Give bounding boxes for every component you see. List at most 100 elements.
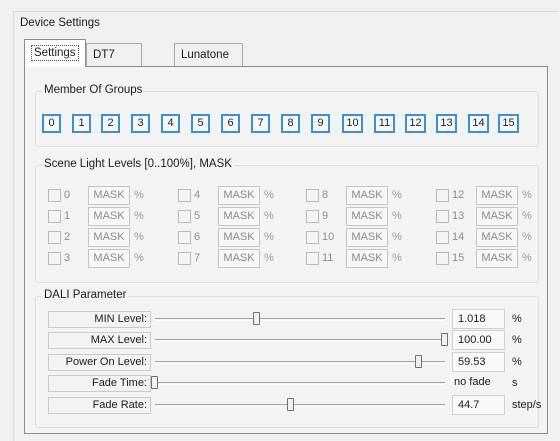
fade-time-slider[interactable]	[151, 376, 445, 389]
fade-rate-slider[interactable]	[155, 398, 445, 411]
fade-rate-label: Fade Rate:	[48, 397, 151, 414]
scene-0-level-input[interactable]: MASK	[88, 185, 130, 205]
scene-10-percent-unit: %	[392, 231, 402, 243]
scene-14-checkbox[interactable]	[436, 230, 449, 244]
scene-13-level-input[interactable]: MASK	[476, 206, 518, 226]
scene-8-label: 8	[322, 189, 329, 201]
power-on-level-value[interactable]: 59.53	[452, 352, 505, 372]
scene-0-label: 0	[64, 189, 71, 201]
max-level-slider[interactable]	[155, 333, 448, 346]
scene-6-checkbox[interactable]	[178, 230, 191, 244]
dali-row-fade-time: Fade Time: no fade s	[48, 375, 538, 393]
tab-settings-label: Settings	[31, 45, 79, 61]
scene-12-percent-unit: %	[522, 189, 532, 201]
min-level-label: MIN Level:	[48, 311, 151, 328]
scene-9-checkbox[interactable]	[306, 209, 319, 223]
scene-4-level-input[interactable]: MASK	[218, 185, 260, 205]
scene-5-percent-unit: %	[264, 210, 274, 222]
scene-15-label: 15	[452, 252, 465, 264]
scene-2-level-input[interactable]: MASK	[88, 227, 130, 247]
min-level-unit: %	[512, 313, 522, 325]
group-button-11[interactable]: 11	[374, 114, 395, 133]
scene-6-label: 6	[194, 231, 201, 243]
min-level-slider-thumb[interactable]	[252, 312, 260, 325]
scene-8-checkbox[interactable]	[306, 188, 319, 202]
group-button-14[interactable]: 14	[468, 114, 489, 133]
scene-11-level-input[interactable]: MASK	[346, 248, 388, 268]
fade-rate-value[interactable]: 44.7	[452, 395, 505, 415]
settings-panel: Member Of Groups 0 1 2 3 4 5 6 7 8 9 10 11 12 13 14 15 …	[24, 66, 548, 434]
group-button-7[interactable]: 7	[251, 114, 270, 133]
scene-10-checkbox[interactable]	[306, 230, 319, 244]
scene-0: 0 MASK%	[48, 185, 144, 205]
max-level-unit: %	[512, 334, 522, 346]
scene-10-level-input[interactable]: MASK	[346, 227, 388, 247]
tab-dt7-settings[interactable]: DT7 Settings	[86, 43, 142, 83]
scene-1-level-input[interactable]: MASK	[88, 206, 130, 226]
group-button-10[interactable]: 10	[342, 114, 363, 133]
scene-7-label: 7	[194, 252, 201, 264]
scene-8: 8 MASK%	[306, 185, 402, 205]
scene-5-checkbox[interactable]	[178, 209, 191, 223]
scene-9-level-input[interactable]: MASK	[346, 206, 388, 226]
scene-3-level-input[interactable]: MASK	[88, 248, 130, 268]
scene-6-percent-unit: %	[264, 231, 274, 243]
scene-2-percent-unit: %	[134, 231, 144, 243]
scene-7: 7 MASK%	[178, 248, 274, 268]
scene-13-checkbox[interactable]	[436, 209, 449, 223]
tab-lunatone-extensions[interactable]: Lunatone extensions	[174, 43, 243, 83]
scene-3-checkbox[interactable]	[48, 251, 61, 265]
scene-12-level-input[interactable]: MASK	[476, 185, 518, 205]
group-button-9[interactable]: 9	[311, 114, 330, 133]
scene-10-label: 10	[322, 231, 335, 243]
scene-15-checkbox[interactable]	[436, 251, 449, 265]
group-button-5[interactable]: 5	[191, 114, 210, 133]
scene-12-checkbox[interactable]	[436, 188, 449, 202]
scene-13-percent-unit: %	[522, 210, 532, 222]
scene-4: 4 MASK%	[178, 185, 274, 205]
group-button-6[interactable]: 6	[221, 114, 240, 133]
scene-15-level-input[interactable]: MASK	[476, 248, 518, 268]
group-button-8[interactable]: 8	[281, 114, 300, 133]
scene-1-checkbox[interactable]	[48, 209, 61, 223]
scene-12: 12 MASK%	[436, 185, 532, 205]
scene-14-percent-unit: %	[522, 231, 532, 243]
scene-light-levels-box: Scene Light Levels [0..100%], MASK 0 MASK…	[35, 158, 539, 283]
scene-3-label: 3	[64, 252, 71, 264]
scene-12-label: 12	[452, 189, 465, 201]
scene-11-label: 11	[322, 252, 334, 264]
fade-rate-slider-thumb[interactable]	[287, 398, 295, 411]
group-button-3[interactable]: 3	[131, 114, 150, 133]
scene-1: 1 MASK%	[48, 206, 144, 226]
scene-11-percent-unit: %	[392, 252, 402, 264]
group-button-15[interactable]: 15	[498, 114, 519, 133]
scene-0-checkbox[interactable]	[48, 188, 61, 202]
scene-7-level-input[interactable]: MASK	[218, 248, 260, 268]
power-on-level-slider[interactable]	[155, 355, 445, 368]
group-button-0[interactable]: 0	[42, 114, 61, 133]
group-button-1[interactable]: 1	[72, 114, 91, 133]
scene-11-checkbox[interactable]	[306, 251, 319, 265]
max-level-value[interactable]: 100.00	[452, 330, 505, 350]
scene-2-checkbox[interactable]	[48, 230, 61, 244]
group-button-12[interactable]: 12	[405, 114, 426, 133]
scene-8-level-input[interactable]: MASK	[346, 185, 388, 205]
scene-11: 11 MASK%	[306, 248, 402, 268]
scene-light-levels-title: Scene Light Levels [0..100%], MASK	[42, 158, 234, 170]
dali-parameter-title: DALI Parameter	[42, 289, 129, 301]
scene-7-checkbox[interactable]	[178, 251, 191, 265]
min-level-slider[interactable]	[155, 312, 445, 325]
member-of-groups-box: Member Of Groups 0 1 2 3 4 5 6 7 8 9 10 11 12 13 14 15	[35, 84, 539, 147]
scene-4-checkbox[interactable]	[178, 188, 191, 202]
min-level-value[interactable]: 1.018	[452, 309, 505, 329]
scene-5-level-input[interactable]: MASK	[218, 206, 260, 226]
group-button-13[interactable]: 13	[436, 114, 457, 133]
scene-6-level-input[interactable]: MASK	[218, 227, 260, 247]
scene-14-level-input[interactable]: MASK	[476, 227, 518, 247]
power-on-level-slider-thumb[interactable]	[414, 355, 422, 368]
group-button-2[interactable]: 2	[101, 114, 120, 133]
group-button-4[interactable]: 4	[161, 114, 180, 133]
fade-time-slider-thumb[interactable]	[151, 376, 158, 389]
tab-settings[interactable]: Settings	[24, 39, 86, 67]
max-level-slider-thumb[interactable]	[441, 333, 448, 346]
